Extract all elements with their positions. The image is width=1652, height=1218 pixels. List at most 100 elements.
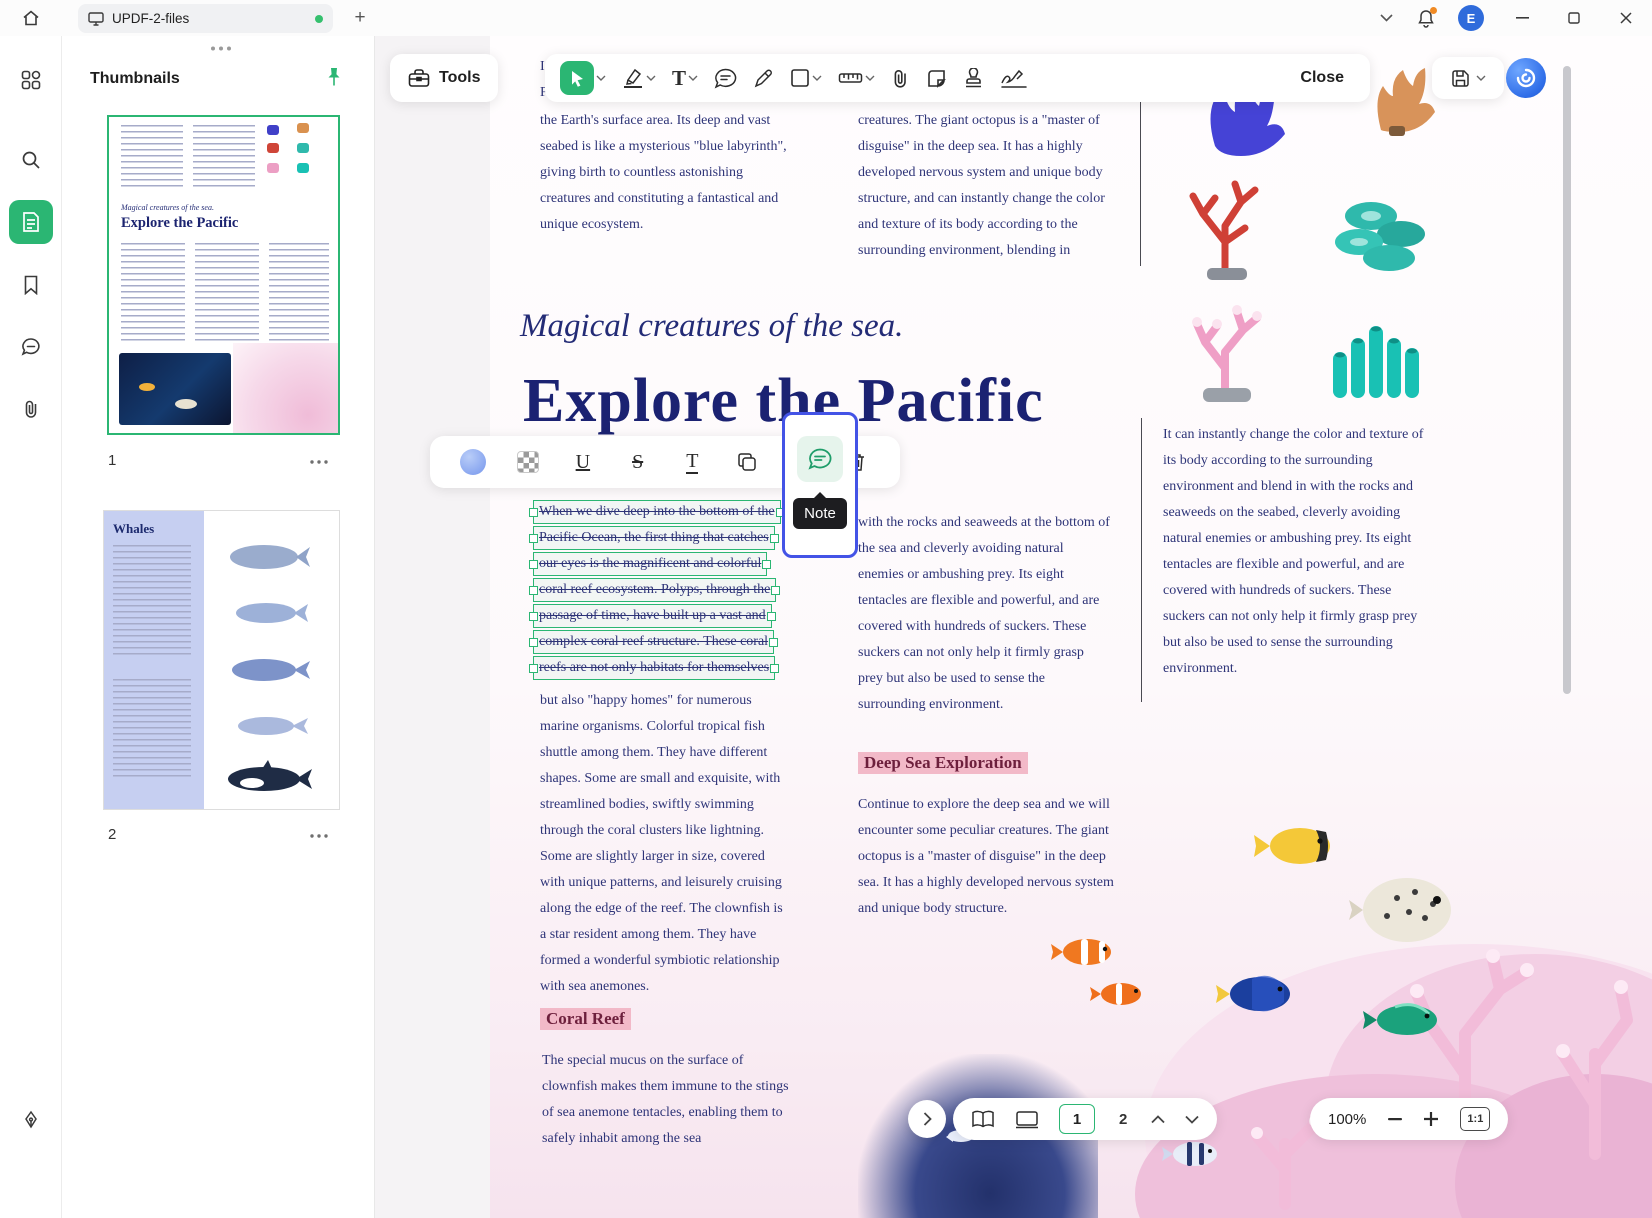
left-icon-rail	[0, 36, 62, 1218]
text-style-button[interactable]: T	[665, 436, 720, 488]
search-button[interactable]	[11, 140, 51, 180]
new-tab-button[interactable]: +	[346, 4, 374, 32]
select-tool[interactable]	[557, 58, 609, 98]
document-tab[interactable]: UPDF-2-files	[78, 4, 333, 33]
unsaved-dot	[315, 15, 323, 23]
strikeout-line[interactable]: our eyes is the magnificent and colorful	[533, 552, 767, 576]
occluded-text-fragment: I	[540, 54, 545, 80]
thumb1-menu-button[interactable]	[310, 460, 328, 464]
text-tool[interactable]: T	[669, 63, 701, 94]
save-button[interactable]	[1432, 57, 1504, 99]
zoom-level[interactable]: 100%	[1328, 1111, 1366, 1128]
strikeout-line[interactable]: When we dive deep into the bottom of the	[533, 500, 781, 524]
strikeout-line[interactable]: coral reef ecosystem. Polyps, through th…	[533, 578, 776, 602]
copy-button[interactable]	[720, 436, 775, 488]
red-branch-coral	[1193, 184, 1255, 272]
copy-icon	[737, 452, 757, 472]
pages-panel-button[interactable]	[9, 200, 53, 244]
deep-sea-heading: Deep Sea Exploration	[858, 752, 1028, 774]
comment-icon	[21, 337, 41, 357]
color-swatch-button[interactable]	[446, 436, 501, 488]
chevron-down-icon	[865, 75, 875, 81]
attachments-button[interactable]	[11, 389, 51, 429]
thumb-coral	[267, 125, 279, 135]
presentation-button[interactable]	[1015, 1110, 1039, 1129]
opacity-button[interactable]	[501, 436, 556, 488]
thumb-text-block	[121, 243, 185, 343]
signature-tool[interactable]	[997, 65, 1031, 92]
chevron-down-icon	[1185, 1115, 1199, 1124]
strikeout-line[interactable]: complex coral reef structure. These cora…	[533, 630, 774, 654]
underline-button[interactable]: U	[556, 436, 611, 488]
measure-tool[interactable]	[835, 66, 878, 90]
vertical-scrollbar[interactable]	[1563, 66, 1571, 694]
thumb-coral	[297, 143, 309, 153]
search-icon	[21, 150, 41, 170]
titlebar: UPDF-2-files + E	[0, 0, 1652, 36]
page-thumbnail-1[interactable]: Magical creatures of the sea. Explore th…	[107, 115, 340, 435]
dashboard-button[interactable]	[11, 60, 51, 100]
chevron-down-icon	[1476, 75, 1486, 81]
save-icon	[1451, 69, 1470, 88]
shape-tool[interactable]	[787, 65, 825, 91]
close-button[interactable]: Close	[1286, 69, 1358, 87]
close-window-button[interactable]	[1600, 0, 1652, 36]
thumb-coral-photo	[233, 343, 340, 433]
highlight-tool[interactable]	[619, 64, 659, 92]
comments-button[interactable]	[11, 327, 51, 367]
thumb-text-block	[121, 125, 183, 189]
previous-page-button[interactable]	[1151, 1115, 1165, 1124]
surgeonfish	[1216, 976, 1290, 1012]
note-button[interactable]	[797, 436, 843, 482]
notifications-button[interactable]	[1406, 0, 1446, 36]
home-button[interactable]	[0, 0, 62, 36]
notification-dot	[1430, 7, 1437, 14]
avatar[interactable]: E	[1458, 5, 1484, 31]
reef-photo	[1035, 824, 1652, 1218]
strikeout-icon: S	[632, 451, 643, 474]
paperclip-icon	[22, 399, 40, 419]
paragraph-col2-top: creatures. The giant octopus is a "maste…	[858, 108, 1118, 264]
tools-button[interactable]: Tools	[390, 54, 498, 102]
page-number-2: 2	[108, 826, 116, 843]
highlighter-icon	[622, 67, 644, 89]
expand-bar-button[interactable]	[908, 1100, 946, 1138]
ai-assistant-button[interactable]	[1506, 58, 1546, 98]
page-thumbnail-2[interactable]: Whales	[103, 510, 340, 810]
chevron-down-icon	[646, 75, 656, 81]
next-page-button[interactable]	[1185, 1115, 1199, 1124]
actual-size-button[interactable]: 1:1	[1460, 1107, 1490, 1131]
ink-pen-button[interactable]	[11, 1100, 51, 1140]
tan-coral	[1377, 68, 1435, 136]
chevron-right-icon	[923, 1112, 932, 1126]
attach-file-tool[interactable]	[888, 65, 913, 92]
pin-panel-button[interactable]	[324, 66, 344, 88]
tab-list-button[interactable]	[1366, 0, 1406, 36]
stamp-tool[interactable]	[960, 65, 987, 92]
reading-mode-button[interactable]	[971, 1110, 995, 1129]
bookmarks-button[interactable]	[11, 265, 51, 305]
pen-tool[interactable]	[750, 65, 777, 92]
current-page-box[interactable]: 1	[1059, 1104, 1095, 1134]
teal-plate-coral	[1335, 202, 1425, 271]
strikeout-line[interactable]: Pacific Ocean, the first thing that catc…	[533, 526, 775, 550]
thumb-whale	[232, 711, 310, 739]
teal-tube-coral	[1333, 326, 1419, 398]
minimize-button[interactable]	[1496, 0, 1548, 36]
thumb-fish	[139, 383, 155, 391]
thumb-blue-panel: Whales	[104, 511, 204, 809]
page-2-button[interactable]: 2	[1115, 1111, 1131, 1128]
panel-menu-button[interactable]	[210, 46, 232, 51]
strikeout-button[interactable]: S	[610, 436, 665, 488]
strikeout-line[interactable]: reefs are not only habitats for themselv…	[533, 656, 775, 680]
maximize-button[interactable]	[1548, 0, 1600, 36]
strikeout-line[interactable]: passage of time, have built up a vast an…	[533, 604, 772, 628]
thumb2-menu-button[interactable]	[310, 834, 328, 838]
sticker-tool[interactable]	[923, 65, 950, 92]
paperclip-icon	[891, 68, 910, 89]
comment-tool[interactable]	[711, 65, 740, 92]
zoom-in-button[interactable]	[1424, 1112, 1438, 1126]
zoom-out-button[interactable]	[1388, 1118, 1402, 1121]
note-icon	[808, 448, 832, 470]
paragraph-col1-body2: The special mucus on the surface of clow…	[542, 1048, 792, 1152]
